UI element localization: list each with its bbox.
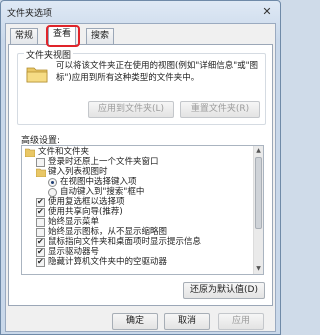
tab-strip: 常规 查看 搜索	[8, 25, 268, 47]
folder-icon	[25, 148, 35, 157]
apply-to-folders-button[interactable]: 应用到文件夹(L)	[88, 101, 174, 118]
checkbox[interactable]	[36, 256, 45, 267]
advanced-settings-tree: 文件和文件夹 登录时还原上一个文件夹窗口 键入列表视图时 在视图中选择键入项 自…	[21, 145, 264, 275]
dialog-body: 常规 查看 搜索 文件夹视图 可以将该文件夹正在使用的视图(例如"详细信息"或"…	[5, 23, 276, 332]
ok-button[interactable]: 确定	[112, 313, 158, 330]
folder-views-group: 文件夹视图 可以将该文件夹正在使用的视图(例如"详细信息"或"图标")应用到所有…	[17, 48, 266, 125]
scroll-up-icon[interactable]: ▲	[254, 146, 263, 156]
close-icon[interactable]: ✕	[260, 5, 274, 19]
folder-views-description: 可以将该文件夹正在使用的视图(例如"详细信息"或"图标")应用到所有这种类型的文…	[56, 61, 259, 83]
checkbox[interactable]	[36, 158, 45, 167]
tree-item[interactable]: 隐藏计算机文件夹中的空驱动器	[22, 256, 254, 268]
apply-button[interactable]: 应用	[218, 313, 264, 330]
cancel-button[interactable]: 取消	[164, 313, 210, 330]
title-bar[interactable]: 文件夹选项 ✕	[1, 1, 280, 23]
scroll-thumb[interactable]	[255, 157, 262, 229]
scroll-down-icon[interactable]: ▼	[254, 264, 263, 274]
tab-search[interactable]: 搜索	[86, 28, 115, 44]
folder-icon	[36, 168, 46, 177]
tree-item-label: 隐藏计算机文件夹中的空驱动器	[48, 257, 168, 267]
folder-icon	[26, 67, 48, 83]
radio-button[interactable]	[48, 178, 57, 187]
view-tab-panel: 文件夹视图 可以将该文件夹正在使用的视图(例如"详细信息"或"图标")应用到所有…	[8, 44, 273, 306]
tree-scrollbar[interactable]: ▲ ▼	[253, 146, 263, 274]
checkbox[interactable]	[36, 206, 45, 217]
radio-button[interactable]	[48, 188, 57, 197]
tab-highlight-annotation	[46, 25, 80, 47]
checkbox[interactable]	[36, 218, 45, 227]
window-title: 文件夹选项	[7, 9, 53, 19]
restore-defaults-button[interactable]: 还原为默认值(D)	[183, 282, 265, 299]
reset-folders-button[interactable]: 重置文件夹(R)	[180, 101, 260, 118]
tab-general[interactable]: 常规	[10, 28, 39, 44]
folder-options-dialog: 文件夹选项 ✕ 常规 查看 搜索 文件夹视图 可以将该文件夹正在使用的视图(例如…	[0, 0, 281, 335]
